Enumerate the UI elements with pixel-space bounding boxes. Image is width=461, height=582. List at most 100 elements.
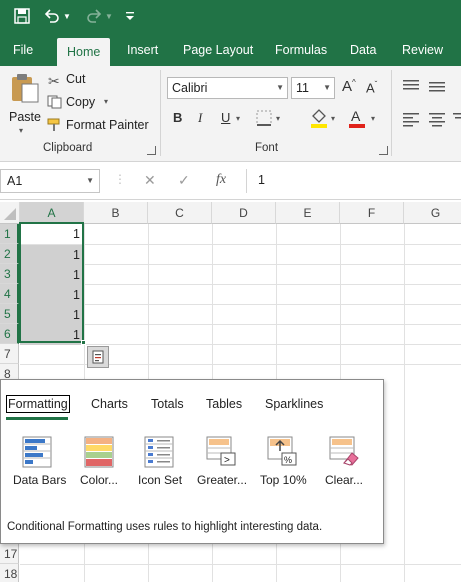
align-top-icon[interactable] <box>402 78 420 97</box>
font-size-combo[interactable]: 11 ▼ <box>291 77 335 99</box>
gridline <box>20 344 461 345</box>
font-size-value: 11 <box>296 81 309 95</box>
ribbon-separator <box>391 70 392 156</box>
data-bars-label: Data Bars <box>13 473 67 487</box>
clipboard-dialog-launcher-icon[interactable] <box>147 146 156 155</box>
qa-tab-charts[interactable]: Charts <box>91 397 128 411</box>
align-center-icon[interactable] <box>428 111 446 130</box>
svg-text:%: % <box>284 455 292 465</box>
selection-border <box>19 222 84 343</box>
quick-access-toolbar: ▼ ▼ <box>0 0 461 34</box>
clear-format-icon <box>328 435 360 469</box>
font-color-icon[interactable]: A <box>348 108 366 131</box>
cancel-icon[interactable]: ✕ <box>144 172 156 189</box>
row-header-17[interactable]: 17 <box>0 544 19 564</box>
bold-button[interactable]: B <box>173 110 182 125</box>
paste-label: Paste <box>9 110 41 124</box>
column-header-e[interactable]: E <box>276 202 340 224</box>
fill-handle[interactable] <box>81 340 86 345</box>
active-tab-indicator <box>6 417 68 420</box>
gridline <box>404 224 405 582</box>
chevron-down-icon: ▼ <box>86 176 94 185</box>
gridline <box>20 564 461 565</box>
column-header-b[interactable]: B <box>84 202 148 224</box>
column-header-f[interactable]: F <box>340 202 404 224</box>
row-header-2[interactable]: 2 <box>0 244 19 264</box>
undo-icon[interactable] <box>42 6 62 26</box>
column-header-g[interactable]: G <box>404 202 461 224</box>
name-box-value: A1 <box>7 174 23 188</box>
tab-home[interactable]: Home <box>57 38 111 66</box>
italic-button[interactable]: I <box>198 110 202 126</box>
redo-icon[interactable] <box>84 6 104 26</box>
qa-tab-totals[interactable]: Totals <box>151 397 184 411</box>
undo-dropdown-icon[interactable]: ▼ <box>62 6 72 26</box>
copy-dropdown-icon[interactable]: ▾ <box>104 97 108 106</box>
qa-tab-formatting[interactable]: Formatting <box>6 395 70 413</box>
chevron-down-icon: ▼ <box>323 83 331 92</box>
insert-function-icon[interactable]: fx <box>216 172 226 188</box>
clipboard-group-label: Clipboard <box>43 142 93 154</box>
tab-page-layout[interactable]: Page Layout <box>183 34 253 66</box>
row-header-5[interactable]: 5 <box>0 304 19 324</box>
font-group-label: Font <box>255 142 279 154</box>
qa-description: Conditional Formatting uses rules to hig… <box>7 521 323 533</box>
row-header-18[interactable]: 18 <box>0 564 19 582</box>
svg-text:>: > <box>224 455 230 466</box>
format-painter-button[interactable]: Format Painter <box>66 118 149 132</box>
qa-tab-tables[interactable]: Tables <box>206 397 242 411</box>
tab-review[interactable]: Review <box>402 34 443 66</box>
tab-file[interactable]: File <box>13 34 33 66</box>
font-name-combo[interactable]: Calibri ▼ <box>167 77 288 99</box>
select-all-button[interactable] <box>0 202 20 224</box>
align-right-icon[interactable] <box>453 111 461 130</box>
paste-button[interactable]: Paste ▾ <box>6 70 42 135</box>
enter-icon[interactable]: ✓ <box>178 172 190 189</box>
save-icon[interactable] <box>12 6 32 26</box>
customize-qat-icon[interactable] <box>122 6 138 26</box>
name-box[interactable]: A1 ▼ <box>0 169 100 193</box>
qa-tab-sparklines[interactable]: Sparklines <box>265 397 323 411</box>
row-header-1[interactable]: 1 <box>0 224 19 244</box>
redo-dropdown-icon[interactable]: ▼ <box>104 6 114 26</box>
column-header-c[interactable]: C <box>148 202 212 224</box>
row-header-4[interactable]: 4 <box>0 284 19 304</box>
font-color-dropdown-icon[interactable]: ▾ <box>371 114 375 123</box>
svg-text:A: A <box>351 108 361 124</box>
column-header-a[interactable]: A <box>20 202 84 224</box>
formula-input[interactable]: 1 <box>246 169 461 193</box>
cut-button[interactable]: Cut <box>66 72 85 86</box>
quick-analysis-popup: Formatting Charts Totals Tables Sparklin… <box>0 379 384 544</box>
ribbon-tabs: File Home Insert Page Layout Formulas Da… <box>0 34 461 66</box>
tab-data[interactable]: Data <box>350 34 376 66</box>
align-middle-icon[interactable] <box>428 78 446 97</box>
underline-dropdown-icon[interactable]: ▾ <box>236 114 240 123</box>
gridline <box>20 264 461 265</box>
increase-font-size-icon[interactable]: A^ <box>342 78 356 95</box>
quick-analysis-button[interactable] <box>87 346 109 368</box>
gridline <box>20 244 461 245</box>
color-scale-icon <box>83 435 115 469</box>
ribbon: Paste ▾ ✂ Cut Copy ▾ Format Painter Clip… <box>0 66 461 162</box>
font-dialog-launcher-icon[interactable] <box>379 146 388 155</box>
color-scale-label: Color... <box>80 473 119 487</box>
row-header-6[interactable]: 6 <box>0 324 19 344</box>
borders-dropdown-icon[interactable]: ▾ <box>276 114 280 123</box>
borders-icon[interactable] <box>256 110 272 129</box>
decrease-font-size-icon[interactable]: Aˇ <box>366 80 377 95</box>
row-header-3[interactable]: 3 <box>0 264 19 284</box>
fill-color-icon[interactable] <box>310 108 328 131</box>
tab-formulas[interactable]: Formulas <box>275 34 327 66</box>
row-header-7[interactable]: 7 <box>0 344 19 364</box>
icon-set-label: Icon Set <box>138 473 183 487</box>
underline-button[interactable]: U <box>221 110 230 125</box>
column-header-d[interactable]: D <box>212 202 276 224</box>
align-left-icon[interactable] <box>402 111 420 130</box>
font-name-value: Calibri <box>172 81 208 95</box>
cut-icon: ✂ <box>48 73 60 89</box>
paste-icon <box>9 72 41 107</box>
gridline <box>20 304 461 305</box>
tab-insert[interactable]: Insert <box>127 34 158 66</box>
copy-button[interactable]: Copy <box>66 95 95 109</box>
fill-color-dropdown-icon[interactable]: ▾ <box>331 114 335 123</box>
